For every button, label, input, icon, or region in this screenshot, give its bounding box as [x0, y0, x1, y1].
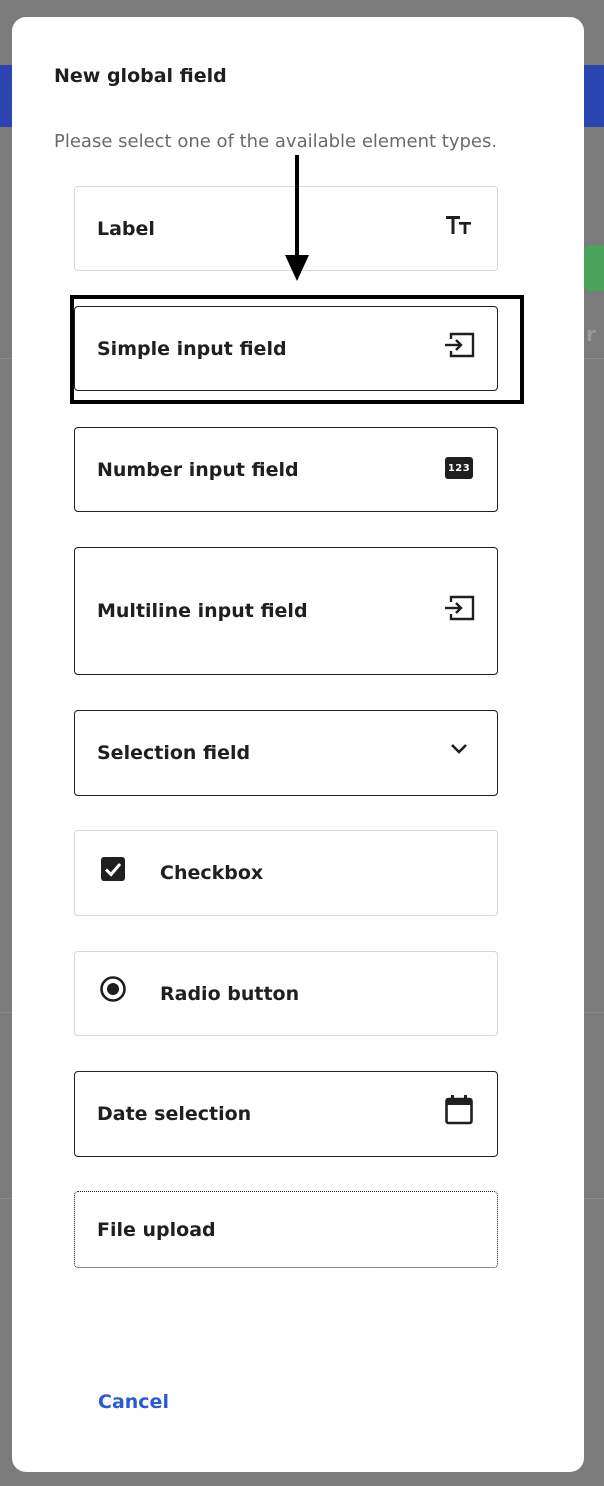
option-multiline-input-field[interactable]: Multiline input field: [74, 547, 498, 675]
cancel-button[interactable]: Cancel: [98, 1391, 169, 1413]
calendar-icon: [443, 1094, 475, 1126]
highlight-box: [70, 295, 524, 404]
annotation-arrow-icon: [285, 155, 309, 281]
number-123-icon: 123: [443, 452, 475, 484]
option-number-input-field[interactable]: Number input field 123: [74, 427, 498, 512]
dialog-title: New global field: [54, 65, 227, 87]
checked-checkbox-icon: [99, 855, 127, 883]
text-size-icon: [443, 209, 475, 241]
option-label-text: Checkbox: [160, 862, 264, 884]
number-icon-text: 123: [445, 457, 473, 479]
background-green-button: [584, 245, 604, 291]
option-date-selection[interactable]: Date selection: [74, 1071, 498, 1157]
option-selection-field[interactable]: Selection field: [74, 710, 498, 796]
input-field-icon: [443, 592, 475, 624]
background-partial-text: r: [586, 322, 596, 346]
option-label-text: Multiline input field: [97, 600, 308, 622]
option-label-text: Number input field: [97, 458, 299, 481]
option-label-text: Radio button: [160, 982, 300, 1005]
option-label-text: Selection field: [97, 742, 251, 764]
option-label-text: Date selection: [97, 1103, 252, 1125]
option-radio-button[interactable]: Radio button: [74, 951, 498, 1036]
option-label-text: Label: [97, 217, 155, 240]
option-checkbox[interactable]: Checkbox: [74, 830, 498, 916]
radio-selected-icon: [99, 975, 127, 1003]
dialog-subtitle: Please select one of the available eleme…: [54, 131, 498, 152]
option-file-upload[interactable]: File upload: [74, 1191, 498, 1268]
chevron-down-icon: [443, 733, 475, 765]
option-label-text: File upload: [97, 1218, 216, 1241]
